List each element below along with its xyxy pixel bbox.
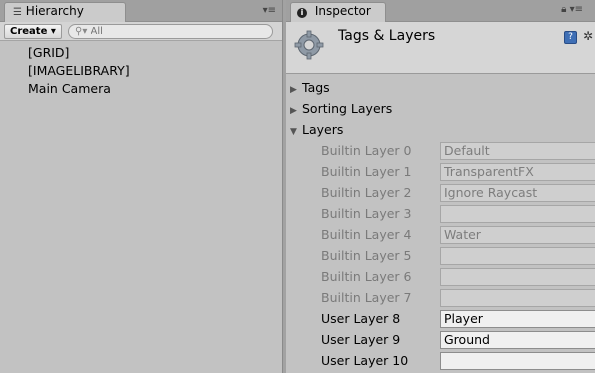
info-icon: i [297, 8, 307, 18]
tags-label: Tags [302, 80, 330, 95]
layers-label: Layers [302, 122, 344, 137]
inspector-tab[interactable]: i Inspector [290, 2, 386, 22]
list-item[interactable]: [IMAGELIBRARY] [0, 62, 282, 80]
layer-label: Builtin Layer 4 [321, 227, 412, 242]
layer-label: Builtin Layer 7 [321, 290, 412, 305]
layer-label: Builtin Layer 0 [321, 143, 412, 158]
list-item[interactable]: [GRID] [0, 44, 282, 62]
layer-label: User Layer 9 [321, 332, 401, 347]
layer-name-field[interactable] [440, 352, 595, 370]
sorting-layers-label: Sorting Layers [302, 101, 393, 116]
settings-gear-icon[interactable]: ✲ [583, 29, 593, 43]
layer-row: User Layer 9 Ground [286, 329, 595, 350]
layer-name-field: Default [440, 142, 595, 160]
layer-row: Builtin Layer 0 Default [286, 140, 595, 161]
tags-foldout[interactable]: ▶ Tags [286, 77, 595, 98]
layer-row: Builtin Layer 4 Water [286, 224, 595, 245]
layer-name-field[interactable]: Ground [440, 331, 595, 349]
layer-label: Builtin Layer 3 [321, 206, 412, 221]
hierarchy-panel: ☰ Hierarchy ▾≡ Create ▾ ⚲▾ [GRID] [IMAGE… [0, 0, 283, 373]
layer-label: Builtin Layer 2 [321, 185, 412, 200]
layer-row: Builtin Layer 1 TransparentFX [286, 161, 595, 182]
layer-row: Builtin Layer 2 Ignore Raycast [286, 182, 595, 203]
inspector-tabstrip: i Inspector 🔒︎ ▾≡ [286, 0, 595, 22]
layer-name-field [440, 268, 595, 286]
layer-row: Builtin Layer 6 [286, 266, 595, 287]
layer-label: Builtin Layer 6 [321, 269, 412, 284]
layer-label: Builtin Layer 5 [321, 248, 412, 263]
search-input[interactable] [90, 26, 251, 37]
search-icon: ⚲▾ [75, 26, 88, 37]
hierarchy-tab[interactable]: ☰ Hierarchy [4, 2, 126, 22]
layer-name-field [440, 247, 595, 265]
list-item[interactable]: Main Camera [0, 80, 282, 98]
inspector-tab-label: Inspector [314, 4, 371, 18]
hierarchy-tabstrip: ☰ Hierarchy ▾≡ [0, 0, 282, 22]
layer-row: User Layer 10 [286, 350, 595, 371]
layer-name-field: Water [440, 226, 595, 244]
layer-row: User Layer 8 Player [286, 308, 595, 329]
layer-row: Builtin Layer 5 [286, 245, 595, 266]
page-title: Tags & Layers [338, 28, 436, 44]
layer-label: User Layer 10 [321, 353, 409, 368]
inspector-panel: i Inspector 🔒︎ ▾≡ Tags & Layers ? ✲ ▶ Tag… [286, 0, 595, 373]
sorting-layers-foldout[interactable]: ▶ Sorting Layers [286, 98, 595, 119]
help-icon[interactable]: ? [564, 31, 577, 44]
hierarchy-search[interactable]: ⚲▾ [68, 24, 273, 39]
hierarchy-list-icon: ☰ [13, 7, 22, 18]
layer-name-field[interactable]: Player [440, 310, 595, 328]
layer-row: Builtin Layer 3 [286, 203, 595, 224]
gear-icon [294, 30, 324, 60]
layer-name-field [440, 289, 595, 307]
hierarchy-menu-icon[interactable]: ▾≡ [263, 5, 276, 16]
hierarchy-tab-label: Hierarchy [25, 4, 84, 18]
hierarchy-toolbar: Create ▾ ⚲▾ [0, 22, 282, 41]
layers-foldout[interactable]: ▼ Layers [286, 119, 595, 140]
layer-label: User Layer 8 [321, 311, 401, 326]
layer-row: Builtin Layer 7 [286, 287, 595, 308]
layer-name-field: Ignore Raycast [440, 184, 595, 202]
lock-icon[interactable]: 🔒︎ ▾≡ [561, 4, 583, 15]
layer-name-field: TransparentFX [440, 163, 595, 181]
create-button[interactable]: Create ▾ [4, 24, 62, 39]
hierarchy-list: [GRID] [IMAGELIBRARY] Main Camera [0, 44, 282, 98]
layer-name-field [440, 205, 595, 223]
inspector-header: Tags & Layers ? ✲ [286, 22, 595, 74]
tags-layers-content: ▶ Tags ▶ Sorting Layers ▼ Layers Builtin La… [286, 77, 595, 373]
layer-label: Builtin Layer 1 [321, 164, 412, 179]
